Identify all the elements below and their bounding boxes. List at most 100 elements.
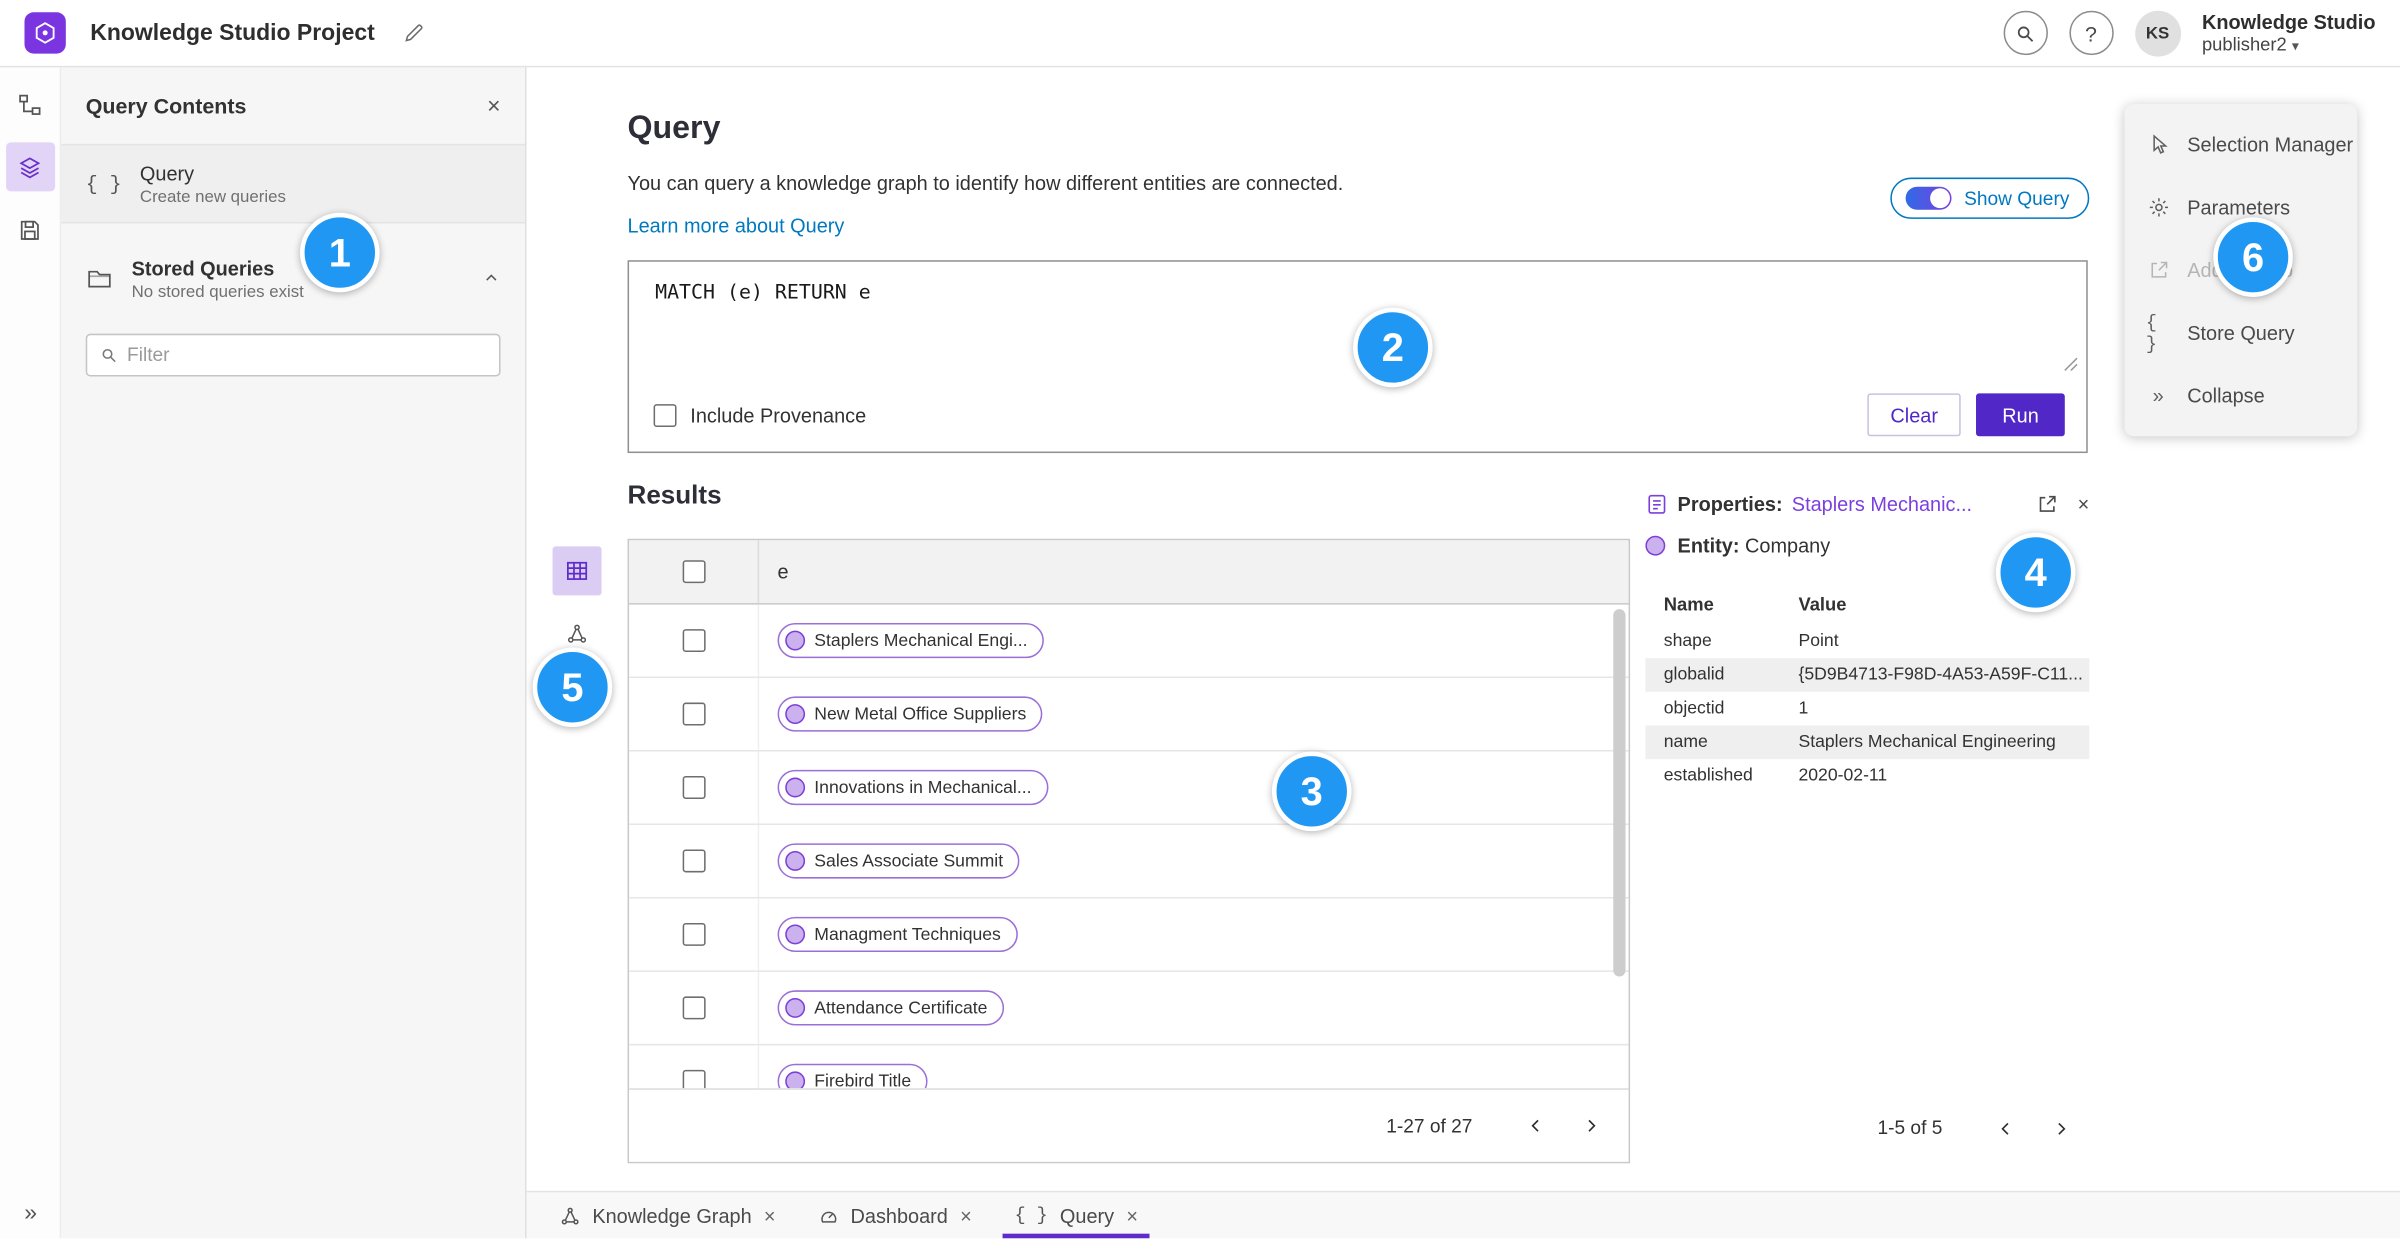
filter-box: [85, 333, 501, 377]
page-title: Query: [627, 110, 721, 146]
stored-queries-sublabel: No stored queries exist: [131, 282, 304, 301]
row-checkbox[interactable]: [681, 1069, 705, 1089]
select-all-checkbox[interactable]: [681, 560, 705, 584]
entity-chip[interactable]: Staplers Mechanical Engi...: [777, 622, 1045, 659]
entity-type: Company: [1745, 534, 1831, 558]
entity-dot-icon: [785, 997, 806, 1018]
entity-chip[interactable]: Sales Associate Summit: [777, 843, 1020, 879]
table-row[interactable]: Attendance Certificate: [629, 971, 1629, 1046]
entity-chip[interactable]: Innovations in Mechanical...: [777, 769, 1049, 806]
collapse-item[interactable]: » Collapse: [2124, 364, 2357, 427]
link-chart-icon: [567, 624, 587, 643]
row-checkbox[interactable]: [681, 629, 705, 653]
row-checkbox[interactable]: [681, 849, 705, 873]
layers-icon[interactable]: [5, 142, 55, 192]
results-scrollbar[interactable]: [1613, 609, 1626, 977]
annotation-badge-3: 3: [1271, 751, 1352, 832]
property-row[interactable]: established 2020-02-11: [1645, 759, 2089, 793]
store-query-item[interactable]: { } Store Query: [2124, 302, 2357, 365]
include-provenance-checkbox[interactable]: [653, 403, 677, 427]
table-row[interactable]: Innovations in Mechanical...: [629, 751, 1629, 825]
query-code-input[interactable]: MATCH (e) RETURN e: [655, 282, 871, 305]
graph-view-button[interactable]: [560, 617, 594, 651]
add-to-selection-icon[interactable]: [2036, 493, 2059, 516]
entity-chip[interactable]: Firebird Title: [777, 1063, 928, 1089]
data-model-icon[interactable]: [5, 80, 54, 129]
table-row[interactable]: New Metal Office Suppliers: [629, 678, 1629, 752]
folder-icon: [86, 265, 114, 293]
tab-dashboard[interactable]: Dashboard ×: [797, 1192, 993, 1238]
table-row[interactable]: Sales Associate Summit: [629, 824, 1629, 899]
property-row[interactable]: shape Point: [1645, 624, 2089, 658]
property-row[interactable]: name Staplers Mechanical Engineering: [1645, 725, 2090, 760]
prev-page-icon[interactable]: [1979, 1102, 2031, 1154]
edit-title-icon[interactable]: [402, 21, 425, 44]
include-provenance-label: Include Provenance: [690, 403, 867, 427]
sidebar-item-stored-queries[interactable]: Stored Queries No stored queries exist: [61, 239, 525, 319]
results-count: 1-27 of 27: [1386, 1115, 1473, 1137]
properties-label: Properties:: [1677, 492, 1783, 516]
save-icon[interactable]: [5, 205, 54, 254]
row-checkbox[interactable]: [681, 702, 705, 726]
selection-manager-icon: [2146, 133, 2170, 156]
show-query-toggle[interactable]: Show Query: [1890, 177, 2090, 219]
table-row[interactable]: Staplers Mechanical Engi...: [629, 604, 1629, 679]
properties-count: 1-5 of 5: [1877, 1117, 1943, 1139]
row-checkbox[interactable]: [681, 996, 705, 1020]
property-row[interactable]: globalid {5D9B4713-F98D-4A53-A59F-C11...: [1645, 658, 2090, 692]
entity-chip[interactable]: Managment Techniques: [777, 916, 1018, 953]
search-icon: [102, 348, 116, 363]
close-icon[interactable]: ×: [2078, 493, 2090, 516]
help-button[interactable]: ?: [2068, 10, 2114, 56]
row-checkbox[interactable]: [681, 922, 705, 946]
toggle-switch[interactable]: [1905, 186, 1952, 210]
row-checkbox[interactable]: [681, 776, 705, 799]
entity-chip[interactable]: New Metal Office Suppliers: [777, 696, 1044, 732]
close-icon[interactable]: ×: [960, 1204, 972, 1227]
table-view-button[interactable]: [552, 546, 602, 596]
close-icon[interactable]: ×: [487, 93, 500, 119]
close-icon[interactable]: ×: [764, 1204, 776, 1227]
table-row[interactable]: Firebird Title: [629, 1045, 1628, 1089]
next-page-icon[interactable]: [2034, 1102, 2086, 1154]
resize-handle[interactable]: [2063, 357, 2078, 372]
app-logo-icon[interactable]: [24, 12, 66, 54]
entity-chip-label: Sales Associate Summit: [814, 851, 1004, 871]
top-bar: Knowledge Studio Project ? KS Knowledge …: [0, 0, 2400, 68]
expand-rail-icon[interactable]: »: [0, 1200, 61, 1226]
user-menu[interactable]: Knowledge Studio publisher2 ▾: [2202, 10, 2376, 56]
filter-input[interactable]: [127, 344, 487, 366]
table-row[interactable]: Managment Techniques: [629, 898, 1629, 972]
sidebar-item-query[interactable]: { } Query Create new queries: [61, 143, 525, 224]
entity-chip-label: Staplers Mechanical Engi...: [814, 631, 1028, 650]
user-org: Knowledge Studio: [2201, 9, 2376, 33]
learn-more-link[interactable]: Learn more about Query: [628, 214, 845, 237]
run-button[interactable]: Run: [1976, 393, 2065, 437]
avatar[interactable]: KS: [2134, 9, 2181, 56]
tab-knowledge-graph[interactable]: Knowledge Graph ×: [539, 1192, 797, 1238]
results-body: Staplers Mechanical Engi... New Metal Of…: [629, 604, 1629, 1089]
chevron-up-icon[interactable]: [482, 269, 500, 287]
bottom-tab-bar: Knowledge Graph × Dashboard × { } Query …: [526, 1190, 2400, 1239]
knowledge-graph-icon: [560, 1205, 580, 1225]
entity-chip-label: Innovations in Mechanical...: [814, 778, 1032, 797]
parameters-label: Parameters: [2187, 195, 2291, 219]
selection-manager-item[interactable]: Selection Manager: [2124, 113, 2357, 176]
braces-icon: { }: [85, 172, 122, 196]
left-rail: »: [0, 67, 62, 1239]
prev-page-icon[interactable]: [1509, 1100, 1561, 1152]
search-icon: [2018, 25, 2034, 42]
table-icon: [566, 561, 588, 580]
properties-entity-link[interactable]: Staplers Mechanic...: [1792, 493, 1972, 516]
next-page-icon[interactable]: [1564, 1100, 1616, 1152]
panel-title: Query Contents: [85, 93, 247, 118]
close-icon[interactable]: ×: [1126, 1204, 1138, 1227]
entity-chip[interactable]: Attendance Certificate: [777, 990, 1005, 1026]
clear-button[interactable]: Clear: [1867, 393, 1961, 437]
tab-query[interactable]: { } Query ×: [993, 1192, 1159, 1239]
store-query-label: Store Query: [2187, 321, 2295, 345]
property-row[interactable]: objectid 1: [1645, 692, 2089, 726]
results-title: Results: [627, 480, 722, 510]
entity-dot-icon: [785, 1071, 806, 1089]
search-button[interactable]: [2002, 10, 2048, 56]
